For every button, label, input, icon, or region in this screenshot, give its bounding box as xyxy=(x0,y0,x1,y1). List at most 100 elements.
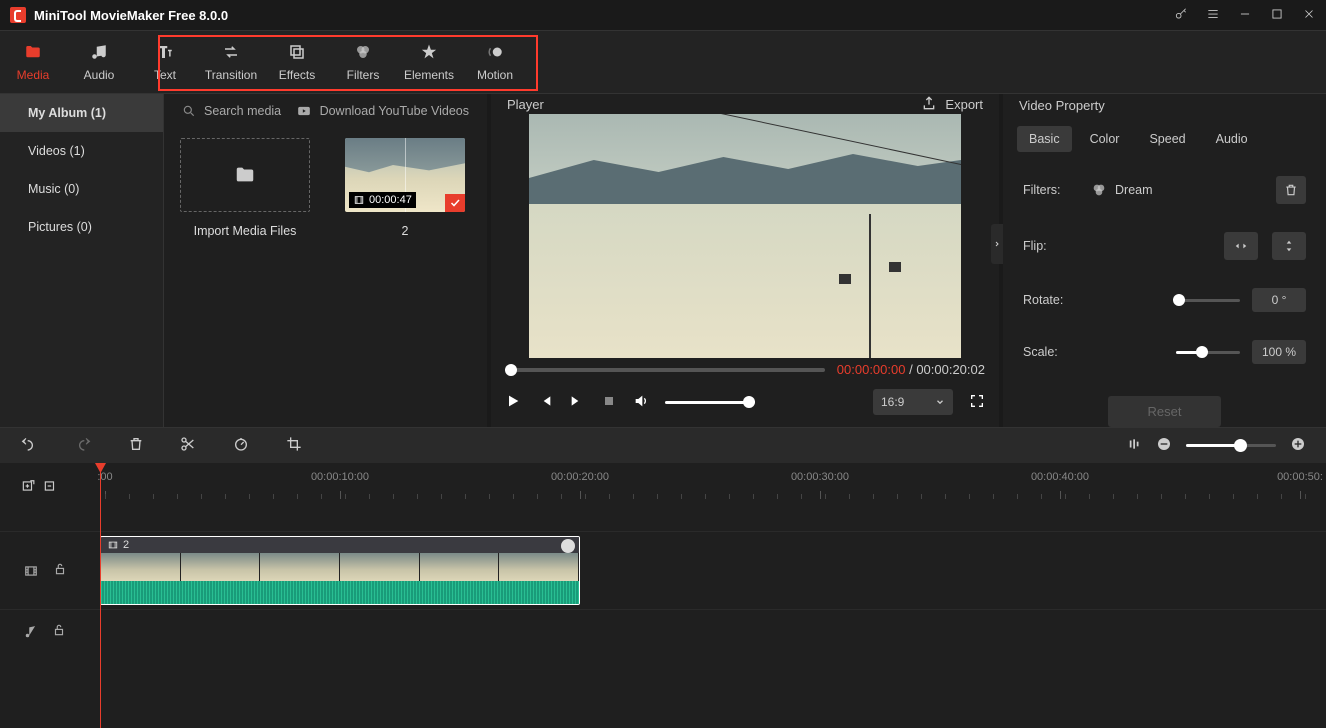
flip-horizontal-button[interactable] xyxy=(1224,232,1258,260)
aspect-ratio-select[interactable]: 16:9 xyxy=(873,389,953,415)
video-preview[interactable] xyxy=(529,114,961,358)
rotate-value[interactable]: 0 ° xyxy=(1252,288,1306,312)
rotate-label: Rotate: xyxy=(1023,293,1077,307)
filter-preset-icon xyxy=(1091,182,1107,198)
chevron-down-icon xyxy=(935,397,945,407)
lock-track-button[interactable] xyxy=(53,562,67,579)
delete-filter-button[interactable] xyxy=(1276,176,1306,204)
maximize-icon[interactable] xyxy=(1270,7,1284,24)
export-icon xyxy=(921,96,937,112)
flip-label: Flip: xyxy=(1023,239,1077,253)
key-icon[interactable] xyxy=(1174,7,1188,24)
video-property-panel: Video Property Basic Color Speed Audio F… xyxy=(1003,94,1326,427)
collapse-panel-button[interactable] xyxy=(991,224,1003,264)
props-title: Video Property xyxy=(1019,98,1105,113)
motion-icon xyxy=(485,42,505,62)
lock-track-button[interactable] xyxy=(52,623,66,640)
trash-icon xyxy=(1284,183,1298,197)
tab-elements[interactable]: Elements xyxy=(396,31,462,93)
stop-button[interactable] xyxy=(601,393,617,412)
minimize-icon[interactable] xyxy=(1238,7,1252,24)
tab-motion[interactable]: Motion xyxy=(462,31,528,93)
folder-icon xyxy=(232,164,258,186)
timeline-clip[interactable]: 2 xyxy=(100,536,580,605)
timeline-toolbar xyxy=(0,427,1326,463)
clip-name: 2 xyxy=(123,539,129,551)
text-icon xyxy=(155,42,175,62)
audio-track xyxy=(0,609,1326,653)
fullscreen-button[interactable] xyxy=(969,393,985,412)
search-icon xyxy=(182,104,196,118)
props-tab-speed[interactable]: Speed xyxy=(1137,126,1197,152)
tab-effects[interactable]: Effects xyxy=(264,31,330,93)
delete-button[interactable] xyxy=(128,436,144,455)
volume-slider[interactable] xyxy=(665,401,755,404)
media-sidebar: My Album (1) Videos (1) Music (0) Pictur… xyxy=(0,94,164,427)
split-button[interactable] xyxy=(180,436,196,455)
scale-slider[interactable] xyxy=(1176,351,1240,354)
media-area: Search media Download YouTube Videos Imp… xyxy=(164,94,491,427)
chevron-right-icon xyxy=(993,239,1001,249)
time-total: 00:00:20:02 xyxy=(916,362,985,377)
video-track: 2 xyxy=(0,531,1326,609)
flip-vertical-button[interactable] xyxy=(1272,232,1306,260)
music-icon xyxy=(89,42,109,62)
player-title: Player xyxy=(507,97,544,112)
film-icon xyxy=(353,195,365,205)
tab-transition[interactable]: Transition xyxy=(198,31,264,93)
titlebar: MiniTool MovieMaker Free 8.0.0 xyxy=(0,0,1326,30)
download-youtube[interactable]: Download YouTube Videos xyxy=(296,104,469,118)
next-frame-button[interactable] xyxy=(569,393,585,412)
export-button[interactable]: Export xyxy=(921,96,983,112)
import-media-cell[interactable]: Import Media Files xyxy=(180,138,310,238)
media-clip-cell[interactable]: 00:00:47 2 xyxy=(340,138,470,238)
sidebar-item-music[interactable]: Music (0) xyxy=(0,170,163,208)
filter-name: Dream xyxy=(1115,183,1153,197)
scrub-slider[interactable] xyxy=(505,368,825,372)
close-icon[interactable] xyxy=(1302,7,1316,24)
fit-button[interactable] xyxy=(1128,436,1142,455)
props-tab-color[interactable]: Color xyxy=(1078,126,1132,152)
video-track-icon xyxy=(23,564,39,578)
tab-audio[interactable]: Audio xyxy=(66,31,132,93)
clip-effect-icon xyxy=(561,539,575,553)
scale-value[interactable]: 100 % xyxy=(1252,340,1306,364)
sidebar-item-myalbum[interactable]: My Album (1) xyxy=(0,94,163,132)
filters-icon xyxy=(353,42,373,62)
redo-button[interactable] xyxy=(74,436,92,455)
zoom-out-button[interactable] xyxy=(1156,436,1172,455)
timeline: :0000:00:10:0000:00:20:0000:00:30:0000:0… xyxy=(0,463,1326,728)
main-toolbar: Media Audio Text Transition Effects Filt… xyxy=(0,30,1326,94)
sidebar-item-videos[interactable]: Videos (1) xyxy=(0,132,163,170)
menu-icon[interactable] xyxy=(1206,7,1220,24)
search-media[interactable]: Search media xyxy=(182,104,281,118)
folder-icon xyxy=(23,42,43,62)
transition-icon xyxy=(221,42,241,62)
reset-button[interactable]: Reset xyxy=(1108,396,1222,427)
undo-button[interactable] xyxy=(20,436,38,455)
crop-button[interactable] xyxy=(286,436,302,455)
scale-label: Scale: xyxy=(1023,345,1077,359)
zoom-in-button[interactable] xyxy=(1290,436,1306,455)
props-tab-basic[interactable]: Basic xyxy=(1017,126,1072,152)
app-logo xyxy=(10,7,26,23)
playhead[interactable] xyxy=(100,463,101,728)
time-current: 00:00:00:00 xyxy=(837,362,906,377)
add-marker-button[interactable] xyxy=(20,479,36,496)
tab-media[interactable]: Media xyxy=(0,31,66,93)
youtube-download-icon xyxy=(296,104,312,118)
tab-filters[interactable]: Filters xyxy=(330,31,396,93)
elements-icon xyxy=(419,42,439,62)
rotate-slider[interactable] xyxy=(1176,299,1240,302)
tab-text[interactable]: Text xyxy=(132,31,198,93)
sidebar-item-pictures[interactable]: Pictures (0) xyxy=(0,208,163,246)
prev-frame-button[interactable] xyxy=(537,393,553,412)
play-button[interactable] xyxy=(505,393,521,412)
remove-marker-button[interactable] xyxy=(42,479,58,496)
app-title: MiniTool MovieMaker Free 8.0.0 xyxy=(34,8,228,23)
time-ruler[interactable]: :0000:00:10:0000:00:20:0000:00:30:0000:0… xyxy=(0,463,1326,505)
volume-button[interactable] xyxy=(633,393,649,412)
zoom-slider[interactable] xyxy=(1186,444,1276,447)
speed-button[interactable] xyxy=(232,436,250,455)
props-tab-audio[interactable]: Audio xyxy=(1204,126,1260,152)
